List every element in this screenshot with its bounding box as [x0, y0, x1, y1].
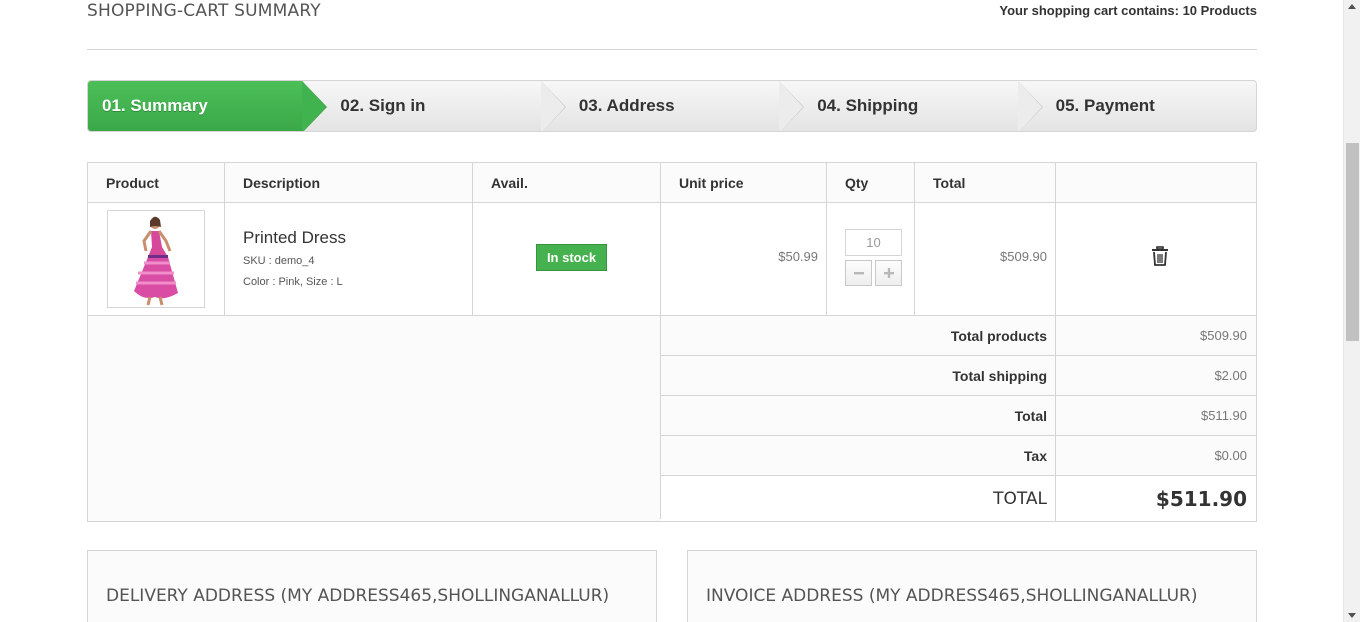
grand-total-row: TOTAL $511.90	[661, 476, 1256, 521]
table-header-row: Product Description Avail. Unit price Qt…	[88, 163, 1256, 203]
scroll-up-icon[interactable]	[1348, 4, 1356, 9]
page-heading: SHOPPING-CART SUMMARY Your shopping cart…	[87, 0, 1257, 50]
total-products-row: Total products $509.90	[661, 316, 1256, 356]
total-shipping-row: Total shipping $2.00	[661, 356, 1256, 396]
grand-total-label: TOTAL	[661, 476, 1056, 521]
step-summary[interactable]: 01. Summary	[88, 81, 328, 131]
step-payment[interactable]: 05. Payment	[1018, 81, 1256, 131]
step-payment-label: 05. Payment	[1055, 96, 1155, 115]
step-summary-label: 01. Summary	[102, 96, 208, 115]
total-value: $511.90	[1056, 396, 1256, 435]
cart-summary-table: Product Description Avail. Unit price Qt…	[87, 162, 1257, 522]
scrollbar-thumb[interactable]	[1346, 143, 1359, 341]
col-header-delete	[1056, 163, 1256, 202]
delivery-address-heading: DELIVERY ADDRESS (MY ADDRESS465,SHOLLING…	[106, 586, 610, 606]
product-image[interactable]	[107, 210, 205, 308]
quantity-decrease-button[interactable]	[845, 260, 872, 286]
page-title: SHOPPING-CART SUMMARY	[87, 1, 321, 21]
cart-product-count: Your shopping cart contains: 10 Products	[999, 3, 1257, 18]
cart-totals: Total products $509.90 Total shipping $2…	[88, 316, 1256, 521]
delete-item-button[interactable]	[1151, 246, 1169, 269]
invoice-address-heading: INVOICE ADDRESS (MY ADDRESS465,SHOLLINGA…	[706, 586, 1198, 606]
tax-value: $0.00	[1056, 436, 1256, 475]
table-row: Printed Dress SKU : demo_4 Color : Pink,…	[88, 203, 1256, 316]
total-shipping-value: $2.00	[1056, 356, 1256, 395]
col-header-total: Total	[915, 163, 1056, 202]
unit-price: $50.99	[778, 249, 818, 264]
scroll-down-icon[interactable]	[1348, 613, 1356, 618]
step-shipping[interactable]: 04. Shipping	[779, 81, 1043, 131]
col-header-product: Product	[88, 163, 225, 202]
step-shipping-label: 04. Shipping	[817, 96, 919, 115]
col-header-description: Description	[225, 163, 473, 202]
grand-total-value: $511.90	[1056, 476, 1256, 521]
delivery-address-box: DELIVERY ADDRESS (MY ADDRESS465,SHOLLING…	[87, 550, 657, 622]
minus-icon	[853, 272, 864, 275]
total-label: Total	[661, 396, 1056, 435]
total-row: Total $511.90	[661, 396, 1256, 436]
step-address-label: 03. Address	[578, 96, 675, 115]
checkout-steps: 01. Summary 02. Sign in 03. Address 04. …	[87, 80, 1257, 132]
col-header-availability: Avail.	[473, 163, 661, 202]
total-products-label: Total products	[661, 316, 1056, 355]
plus-icon	[883, 268, 894, 278]
tax-label: Tax	[661, 436, 1056, 475]
total-shipping-label: Total shipping	[661, 356, 1056, 395]
line-total: $509.90	[1000, 249, 1047, 264]
product-attributes[interactable]: Color : Pink, Size : L	[243, 276, 343, 288]
step-sign-in[interactable]: 02. Sign in	[302, 81, 566, 131]
step-address[interactable]: 03. Address	[541, 81, 805, 131]
availability-badge: In stock	[536, 244, 607, 271]
product-sku: SKU : demo_4	[243, 255, 315, 267]
total-products-value: $509.90	[1056, 316, 1256, 355]
col-header-qty: Qty	[827, 163, 915, 202]
trash-icon	[1152, 246, 1168, 266]
invoice-address-box: INVOICE ADDRESS (MY ADDRESS465,SHOLLINGA…	[687, 550, 1257, 622]
quantity-input[interactable]: 10	[845, 229, 902, 256]
quantity-increase-button[interactable]	[875, 260, 902, 286]
col-header-unit-price: Unit price	[661, 163, 827, 202]
step-sign-in-label: 02. Sign in	[340, 96, 426, 115]
dress-thumbnail-icon	[108, 211, 204, 307]
page-scrollbar[interactable]	[1343, 0, 1360, 622]
product-name-link[interactable]: Printed Dress	[243, 228, 346, 248]
tax-row: Tax $0.00	[661, 436, 1256, 476]
